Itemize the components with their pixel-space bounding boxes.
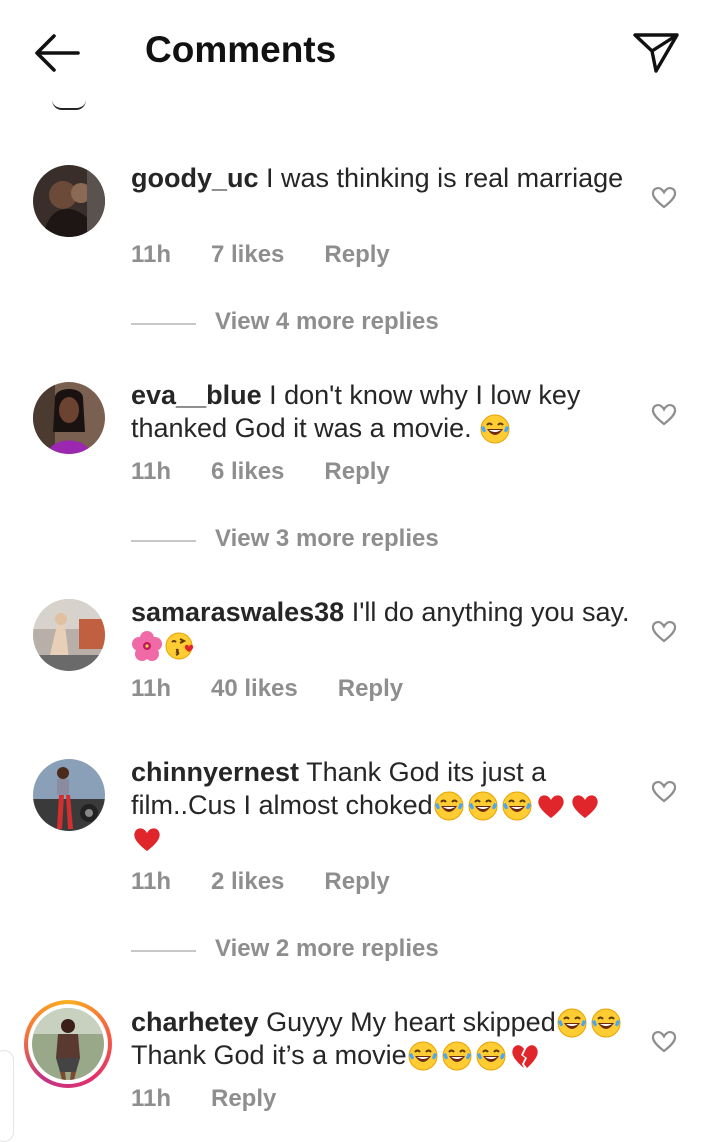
view-replies-label: View 3 more replies [215, 525, 439, 552]
broken-heart-emoji-icon [509, 1040, 543, 1070]
laughing-tears-emoji-icon [475, 1040, 509, 1070]
view-more-replies-button[interactable]: View 4 more replies [131, 308, 531, 338]
arrow-left-icon [35, 34, 80, 72]
comment-meta: 11h 6 likes Reply [131, 458, 390, 486]
reply-button[interactable]: Reply [338, 675, 403, 703]
comment-time: 11h [131, 458, 172, 485]
laughing-tears-emoji-icon [501, 790, 535, 820]
laughing-tears-emoji-icon [556, 1007, 590, 1037]
comment-time: 11h [131, 675, 172, 702]
comment-text: eva__blue I don't know why I low key tha… [131, 379, 631, 445]
view-more-replies-button[interactable]: View 3 more replies [131, 525, 531, 555]
view-replies-label: View 2 more replies [215, 935, 439, 962]
comment-time: 11h [131, 868, 172, 895]
avatar [32, 1008, 104, 1080]
avatar[interactable] [33, 759, 105, 831]
laughing-tears-emoji-icon [441, 1040, 475, 1070]
comment-username[interactable]: charhetey [131, 1007, 259, 1037]
comment-body-line1: Guyyy My heart skipped [266, 1007, 556, 1037]
comment-likes[interactable]: 7 likes [211, 241, 284, 269]
share-button[interactable] [630, 28, 682, 76]
laughing-tears-emoji-icon [590, 1007, 624, 1037]
comment-text: charhetey Guyyy My heart skipped Thank G… [131, 1006, 631, 1072]
view-more-replies-button[interactable]: View 2 more replies [131, 935, 531, 965]
divider-line [131, 323, 196, 325]
comment-likes[interactable]: 6 likes [211, 458, 284, 486]
comment-time: 11h [131, 1085, 172, 1112]
comment-body-line2: Thank God it’s a movie [131, 1040, 407, 1070]
story-ring-avatar[interactable] [24, 1000, 112, 1088]
comment-text: chinnyernest Thank God its just a film..… [131, 756, 631, 855]
floating-panel-edge [0, 1050, 14, 1142]
like-heart-icon[interactable] [650, 184, 678, 210]
reply-button[interactable]: Reply [211, 1085, 276, 1113]
laughing-tears-emoji-icon [433, 790, 467, 820]
red-heart-emoji-icon [131, 823, 165, 853]
comment-username[interactable]: eva__blue [131, 380, 262, 410]
comment-body: I'll do anything you say. [351, 597, 630, 627]
comment-likes[interactable]: 2 likes [211, 868, 284, 896]
comment-meta: 11h 2 likes Reply [131, 868, 390, 896]
comment-likes[interactable]: 40 likes [211, 675, 298, 703]
avatar[interactable] [33, 382, 105, 454]
view-replies-label: View 4 more replies [215, 308, 439, 335]
comment-text: goody_uc I was thinking is real marriage [131, 162, 631, 195]
divider-line [131, 950, 196, 952]
comment-meta: 11h 40 likes Reply [131, 675, 403, 703]
red-heart-emoji-icon [535, 790, 569, 820]
partial-avatar-edge [52, 100, 86, 110]
avatar[interactable] [33, 165, 105, 237]
paper-plane-icon [633, 33, 679, 73]
laughing-tears-emoji-icon [479, 413, 513, 443]
comment-username[interactable]: goody_uc [131, 163, 259, 193]
like-heart-icon[interactable] [650, 618, 678, 644]
reply-button[interactable]: Reply [324, 868, 389, 896]
like-heart-icon[interactable] [650, 1028, 678, 1054]
laughing-tears-emoji-icon [467, 790, 501, 820]
avatar[interactable] [33, 599, 105, 671]
comment-meta: 11h 7 likes Reply [131, 241, 390, 269]
comment-time: 11h [131, 241, 172, 268]
blowing-kiss-emoji-icon [165, 630, 199, 660]
reply-button[interactable]: Reply [324, 458, 389, 486]
header-bar: Comments [0, 0, 720, 110]
like-heart-icon[interactable] [650, 401, 678, 427]
comment-text: samaraswales38 I'll do anything you say. [131, 596, 631, 662]
page-title: Comments [145, 29, 337, 70]
red-heart-emoji-icon [569, 790, 603, 820]
comment-meta: 11h Reply [131, 1085, 276, 1113]
comment-username[interactable]: samaraswales38 [131, 597, 344, 627]
like-heart-icon[interactable] [650, 778, 678, 804]
comment-username[interactable]: chinnyernest [131, 757, 299, 787]
comment-body: I was thinking is real marriage [266, 163, 624, 193]
divider-line [131, 540, 196, 542]
reply-button[interactable]: Reply [324, 241, 389, 269]
back-button[interactable] [30, 30, 82, 76]
laughing-tears-emoji-icon [407, 1040, 441, 1070]
hibiscus-emoji-icon [131, 630, 165, 660]
